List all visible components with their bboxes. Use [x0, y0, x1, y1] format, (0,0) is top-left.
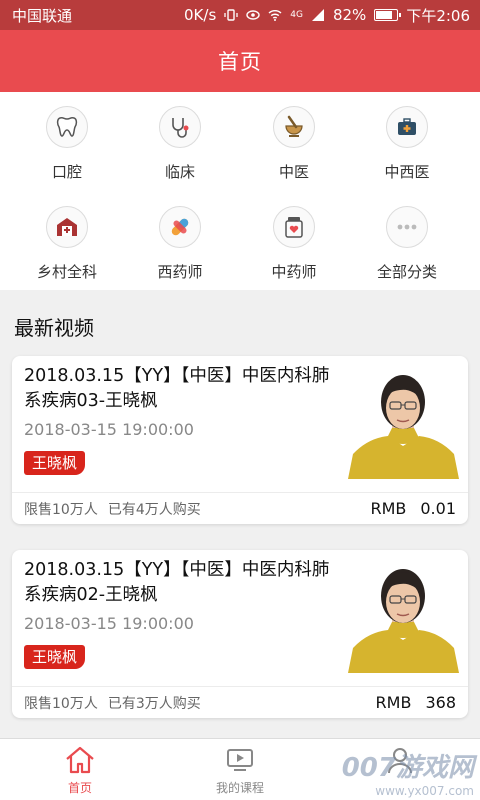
- category-label: 全部分类: [376, 263, 437, 281]
- home-icon: [64, 745, 96, 775]
- category-label: 中药师: [271, 263, 317, 281]
- stethoscope-icon: [159, 106, 201, 148]
- tab-my-courses[interactable]: 我的课程: [160, 739, 320, 800]
- video-title: 2018.03.15【YY】【中医】中医内科肺系疾病02-王晓枫: [24, 560, 330, 605]
- category-zhongxiyi[interactable]: 中西医: [347, 92, 467, 182]
- network-speed: 0K/s: [184, 6, 217, 24]
- price-value: 0.01: [420, 499, 456, 518]
- battery-percent: 82%: [332, 6, 367, 24]
- play-screen-icon: [225, 745, 255, 775]
- tab-label: 首页: [67, 781, 92, 795]
- category-xiyaoshi[interactable]: 西药师: [120, 192, 240, 282]
- teacher-tag: 王晓枫: [24, 645, 86, 669]
- wifi-icon: [268, 10, 282, 21]
- video-card[interactable]: 2018.03.15【YY】【中医】中医内科肺系疾病03-王晓枫 2018-03…: [12, 356, 468, 524]
- price: RMB 368: [376, 693, 456, 712]
- medical-kit-icon: [386, 106, 428, 148]
- price-currency: RMB: [375, 693, 412, 712]
- sale-limit: 限售10万人: [24, 501, 98, 518]
- teacher-photo: [348, 366, 459, 479]
- battery-icon: [374, 9, 402, 21]
- carrier-name: 中国联通: [12, 6, 73, 25]
- medicine-jar-icon: [273, 206, 315, 248]
- vibrate-icon: [224, 9, 238, 21]
- watermark-logo: 007游戏网: [341, 753, 474, 783]
- more-icon: [386, 206, 428, 248]
- video-datetime: 2018-03-15 19:00:00: [24, 420, 194, 439]
- price-value: 368: [425, 693, 456, 712]
- tab-label: 我的课程: [215, 781, 264, 795]
- video-datetime: 2018-03-15 19:00:00: [24, 614, 194, 633]
- video-footer: 限售10万人 已有4万人购买 RMB 0.01: [12, 492, 468, 524]
- price-currency: RMB: [370, 499, 407, 518]
- header: 首页: [0, 30, 480, 92]
- teacher-tag: 王晓枫: [24, 451, 86, 475]
- video-footer: 限售10万人 已有3万人购买 RMB 368: [12, 686, 468, 718]
- category-label: 临床: [164, 163, 195, 181]
- status-bar: 中国联通 0K/s 4G 82% 下午2:06: [0, 0, 480, 30]
- watermark-url: www.yx007.com: [375, 784, 474, 798]
- clock: 下午2:06: [406, 6, 470, 25]
- tooth-icon: [46, 106, 88, 148]
- category-kouqiang[interactable]: 口腔: [7, 92, 127, 182]
- category-xiangcun-quanke[interactable]: 乡村全科: [7, 192, 127, 282]
- hospital-icon: [46, 206, 88, 248]
- section-title: 最新视频: [14, 316, 94, 340]
- sold-count: 已有3万人购买: [107, 695, 201, 712]
- watermark: 007游戏网 www.yx007.com: [342, 747, 474, 798]
- battery-level: [376, 11, 392, 19]
- category-zhongyi[interactable]: 中医: [234, 92, 354, 182]
- network-type: 4G: [290, 10, 303, 20]
- category-all[interactable]: 全部分类: [347, 192, 467, 282]
- sale-limit: 限售10万人: [24, 695, 98, 712]
- category-label: 西药师: [157, 263, 203, 281]
- category-zhongyaoshi[interactable]: 中药师: [234, 192, 354, 282]
- mortar-pestle-icon: [273, 106, 315, 148]
- teacher-photo: [348, 560, 459, 673]
- eye-icon: [246, 10, 260, 20]
- page-title: 首页: [218, 50, 262, 74]
- capsule-icon: [159, 206, 201, 248]
- category-label: 中西医: [384, 163, 430, 181]
- sold-count: 已有4万人购买: [107, 501, 201, 518]
- category-linchuang[interactable]: 临床: [120, 92, 240, 182]
- video-card[interactable]: 2018.03.15【YY】【中医】中医内科肺系疾病02-王晓枫 2018-03…: [12, 550, 468, 718]
- category-label: 中医: [278, 163, 309, 181]
- video-title: 2018.03.15【YY】【中医】中医内科肺系疾病03-王晓枫: [24, 366, 330, 411]
- category-label: 乡村全科: [36, 263, 97, 281]
- category-label: 口腔: [51, 163, 82, 181]
- signal-icon: [311, 9, 324, 21]
- category-grid: 口腔 临床 中医 中西医 乡村全科 西药师 中药师 全部分类: [0, 92, 480, 290]
- tab-home[interactable]: 首页: [0, 739, 160, 800]
- price: RMB 0.01: [370, 499, 456, 518]
